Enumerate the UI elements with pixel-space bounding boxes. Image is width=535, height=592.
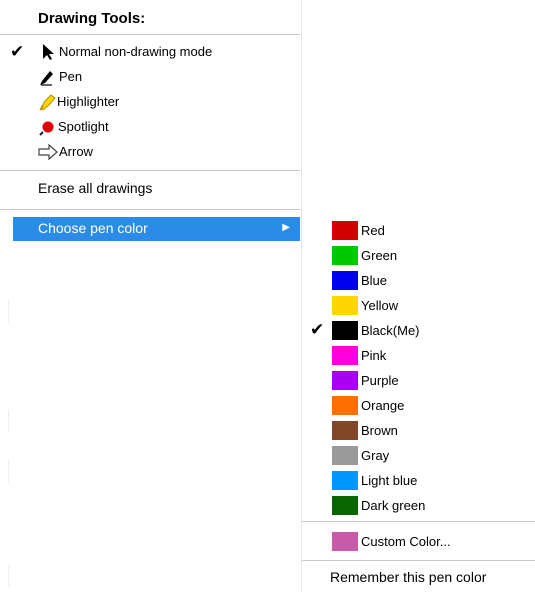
color-label: Gray [361, 448, 390, 463]
color-label: Purple [361, 373, 399, 388]
screen: Drawing Tools: ✔ Normal non-drawing mode… [0, 0, 535, 592]
pen-color-submenu: Red Green Blue Yellow ✔ Black(Me) Pink Purple Or… [302, 214, 535, 592]
drawing-tools-menu: Drawing Tools: ✔ Normal non-drawing mode… [0, 0, 302, 592]
color-item-brown[interactable]: Brown [302, 418, 535, 443]
erase-all-drawings-item[interactable]: Erase all drawings [38, 180, 152, 196]
remember-pen-color-item[interactable]: Remember this pen color [330, 569, 486, 585]
color-label: Green [361, 248, 398, 263]
menu-item-label: Highlighter [57, 94, 120, 109]
menu-item-label: Pen [59, 69, 83, 84]
separator [0, 209, 300, 210]
choose-pen-color-item[interactable]: Choose pen color ▶ [13, 217, 300, 241]
menu-item-label: Arrow [59, 144, 93, 159]
color-swatch [332, 246, 358, 265]
color-label: Dark green [361, 498, 426, 513]
color-item-orange[interactable]: Orange [302, 393, 535, 418]
color-swatch [332, 471, 358, 490]
pen-icon [38, 68, 60, 86]
choose-pen-color-label: Choose pen color [38, 220, 148, 236]
color-item-black-me[interactable]: ✔ Black(Me) [302, 318, 535, 343]
color-swatch [332, 446, 358, 465]
color-swatch [332, 296, 358, 315]
menu-item-label: Normal non-drawing mode [59, 44, 213, 59]
menu-item-highlighter[interactable]: Highlighter [0, 90, 300, 114]
separator [0, 170, 300, 171]
color-swatch [332, 421, 358, 440]
color-label: Red [361, 223, 385, 238]
color-label: Black(Me) [361, 323, 420, 338]
color-item-green[interactable]: Green [302, 243, 535, 268]
color-label: Yellow [361, 298, 399, 313]
menu-header: Drawing Tools: [38, 10, 146, 27]
separator [302, 521, 535, 522]
color-label: Brown [361, 423, 398, 438]
menu-item-normal-mode[interactable]: ✔ Normal non-drawing mode [0, 40, 300, 64]
custom-color-swatch [332, 532, 358, 551]
menu-item-arrow[interactable]: Arrow [0, 140, 300, 164]
custom-color-item[interactable]: Custom Color... [302, 529, 535, 554]
color-item-gray[interactable]: Gray [302, 443, 535, 468]
submenu-arrow-icon: ▶ [282, 222, 290, 233]
color-swatch [332, 321, 358, 340]
separator [0, 34, 300, 35]
color-swatch [332, 496, 358, 515]
color-label: Light blue [361, 473, 418, 488]
cursor-arrow-icon [38, 43, 60, 61]
color-swatch [332, 221, 358, 240]
edge-mark [8, 565, 9, 587]
color-item-yellow[interactable]: Yellow [302, 293, 535, 318]
color-item-red[interactable]: Red [302, 218, 535, 243]
color-label: Pink [361, 348, 387, 363]
separator [302, 560, 535, 561]
color-item-blue[interactable]: Blue [302, 268, 535, 293]
color-swatch [332, 346, 358, 365]
color-swatch [332, 271, 358, 290]
spotlight-icon [38, 118, 60, 136]
color-item-purple[interactable]: Purple [302, 368, 535, 393]
check-icon: ✔ [10, 42, 25, 61]
edge-mark [8, 410, 9, 432]
color-item-pink[interactable]: Pink [302, 343, 535, 368]
menu-item-spotlight[interactable]: Spotlight [0, 115, 300, 139]
color-swatch [332, 396, 358, 415]
color-item-light-blue[interactable]: Light blue [302, 468, 535, 493]
check-icon: ✔ [310, 320, 325, 339]
color-swatch [332, 371, 358, 390]
custom-color-label: Custom Color... [361, 534, 451, 549]
arrow-outline-icon [38, 143, 60, 161]
menu-item-label: Spotlight [58, 119, 109, 134]
edge-mark [8, 460, 9, 482]
color-label: Orange [361, 398, 405, 413]
edge-mark [8, 300, 9, 322]
menu-item-pen[interactable]: Pen [0, 65, 300, 89]
color-label: Blue [361, 273, 388, 288]
color-item-dark-green[interactable]: Dark green [302, 493, 535, 518]
